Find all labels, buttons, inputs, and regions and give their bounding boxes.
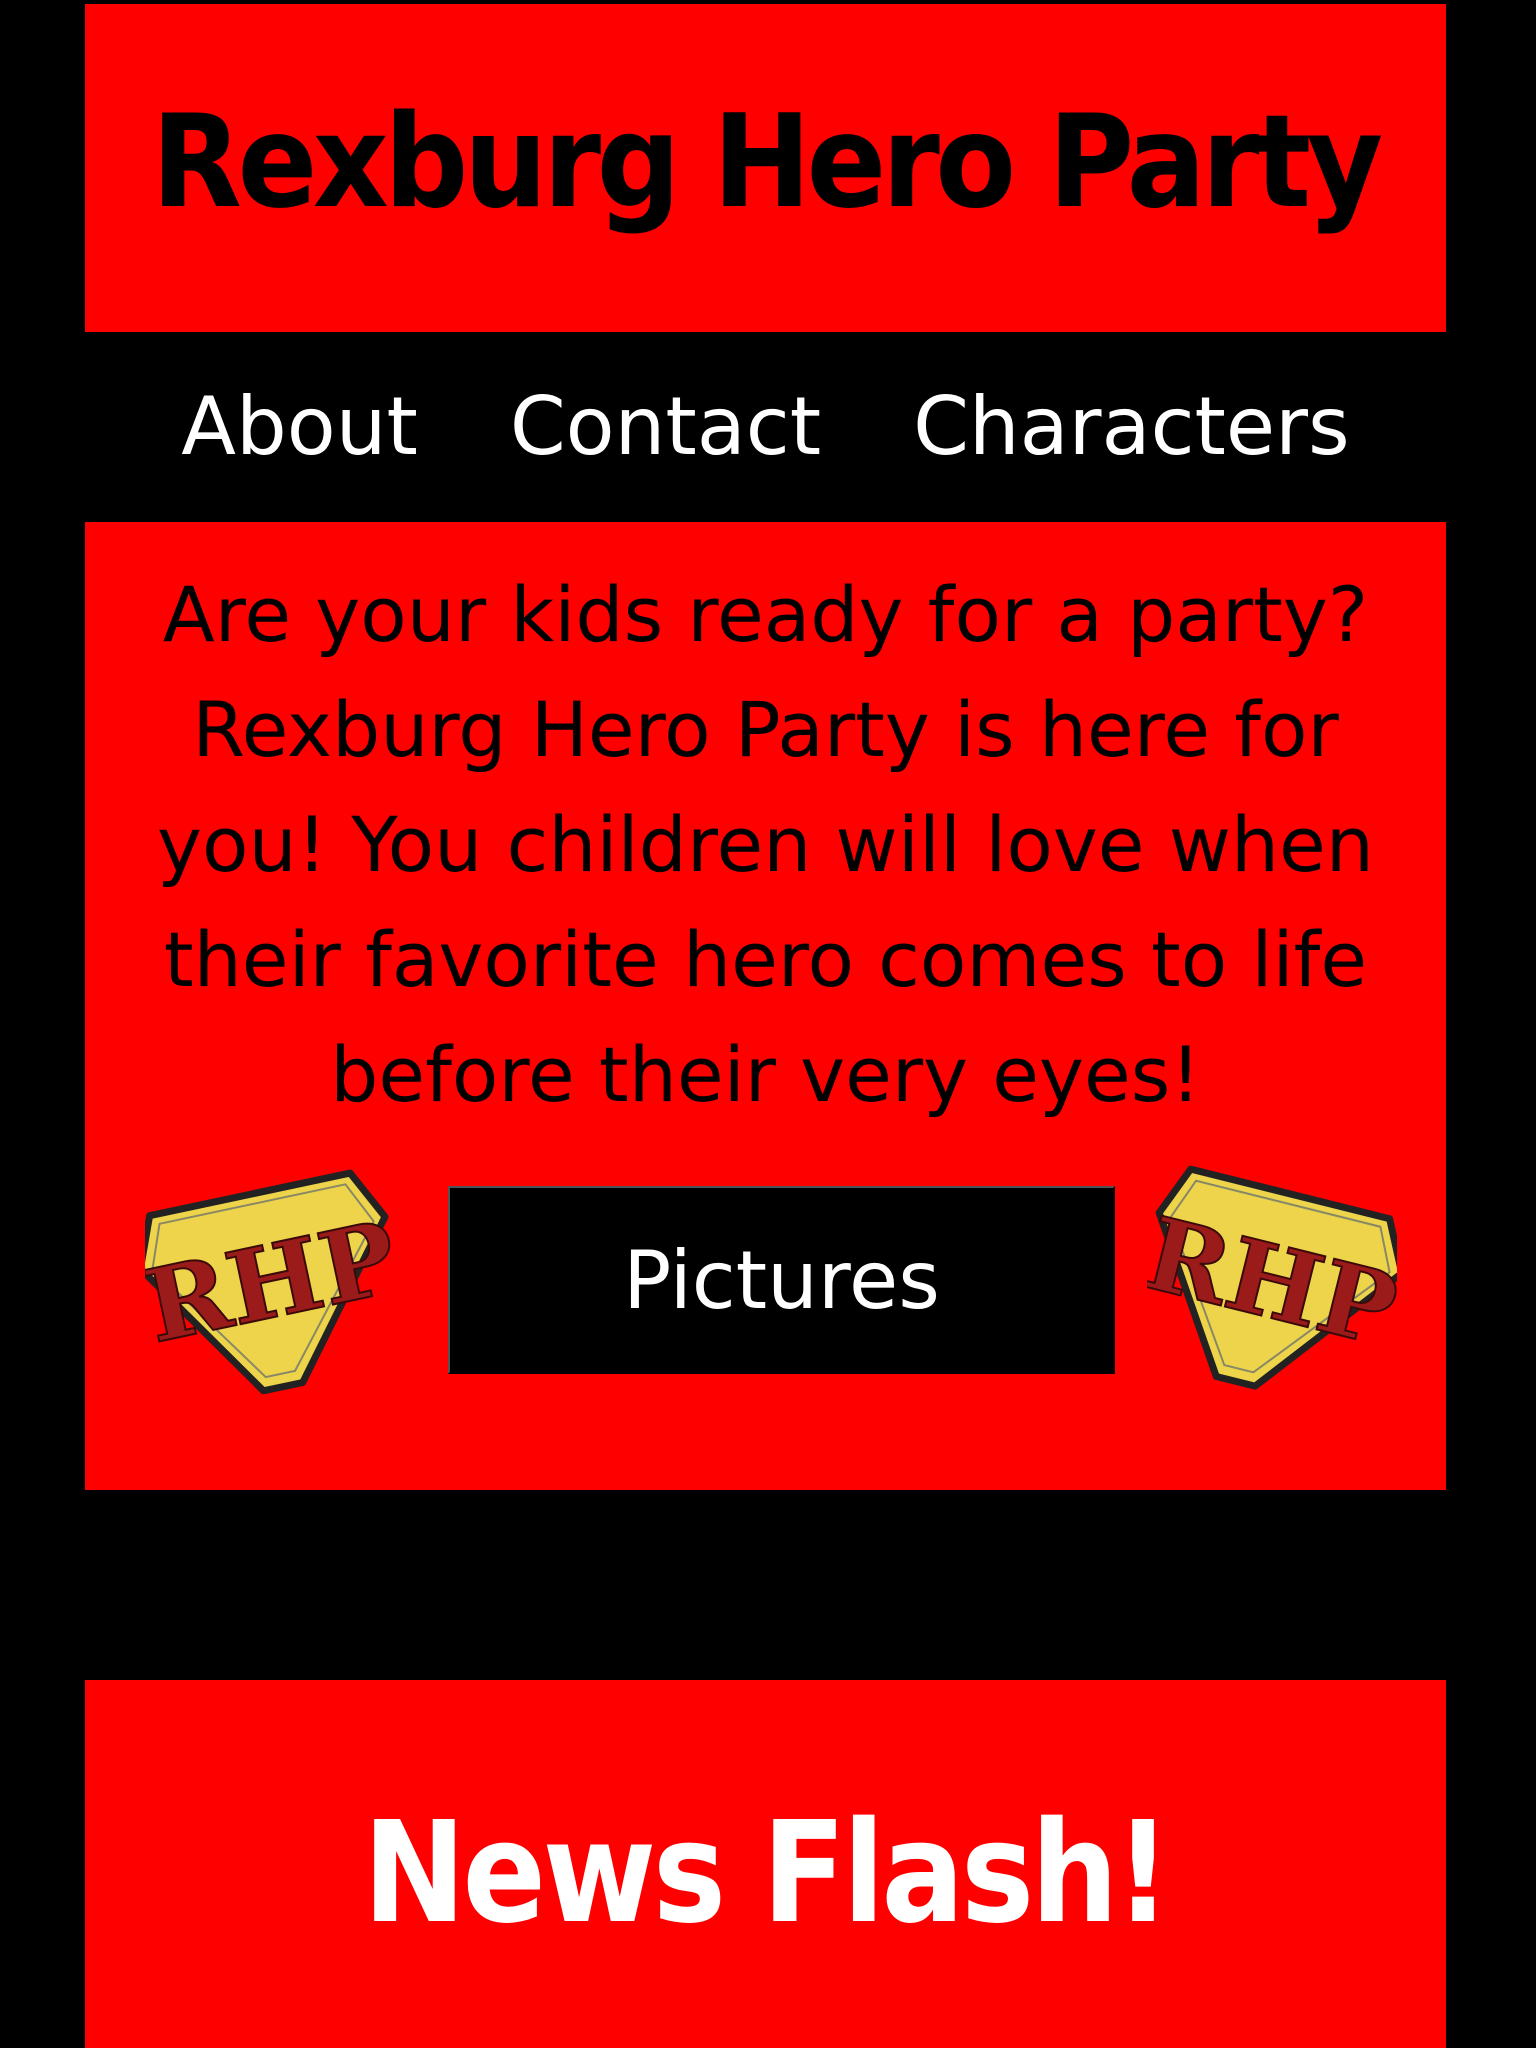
rhp-badge-graphic: RHP (134, 1169, 408, 1395)
news-title: News Flash! (363, 1792, 1171, 1955)
nav-link-about[interactable]: About (181, 387, 418, 467)
nav-link-characters[interactable]: Characters (913, 387, 1350, 467)
pictures-button[interactable]: Pictures (448, 1186, 1115, 1374)
rhp-badge-graphic: RHP (1133, 1165, 1409, 1390)
rhp-logo-right: RHP (1133, 1152, 1409, 1402)
page: Rexburg Hero Party About Contact Charact… (0, 0, 1536, 2048)
nav-link-contact[interactable]: Contact (510, 387, 821, 467)
main-nav: About Contact Characters (85, 332, 1446, 522)
intro-text: Are your kids ready for a party? Rexburg… (157, 570, 1374, 1119)
site-title: Rexburg Hero Party (151, 88, 1384, 237)
site-header: Rexburg Hero Party (85, 4, 1446, 332)
rhp-logo-left: RHP (134, 1152, 408, 1402)
intro-panel: Are your kids ready for a party? Rexburg… (85, 522, 1446, 1490)
news-panel: News Flash! (85, 1680, 1446, 2048)
